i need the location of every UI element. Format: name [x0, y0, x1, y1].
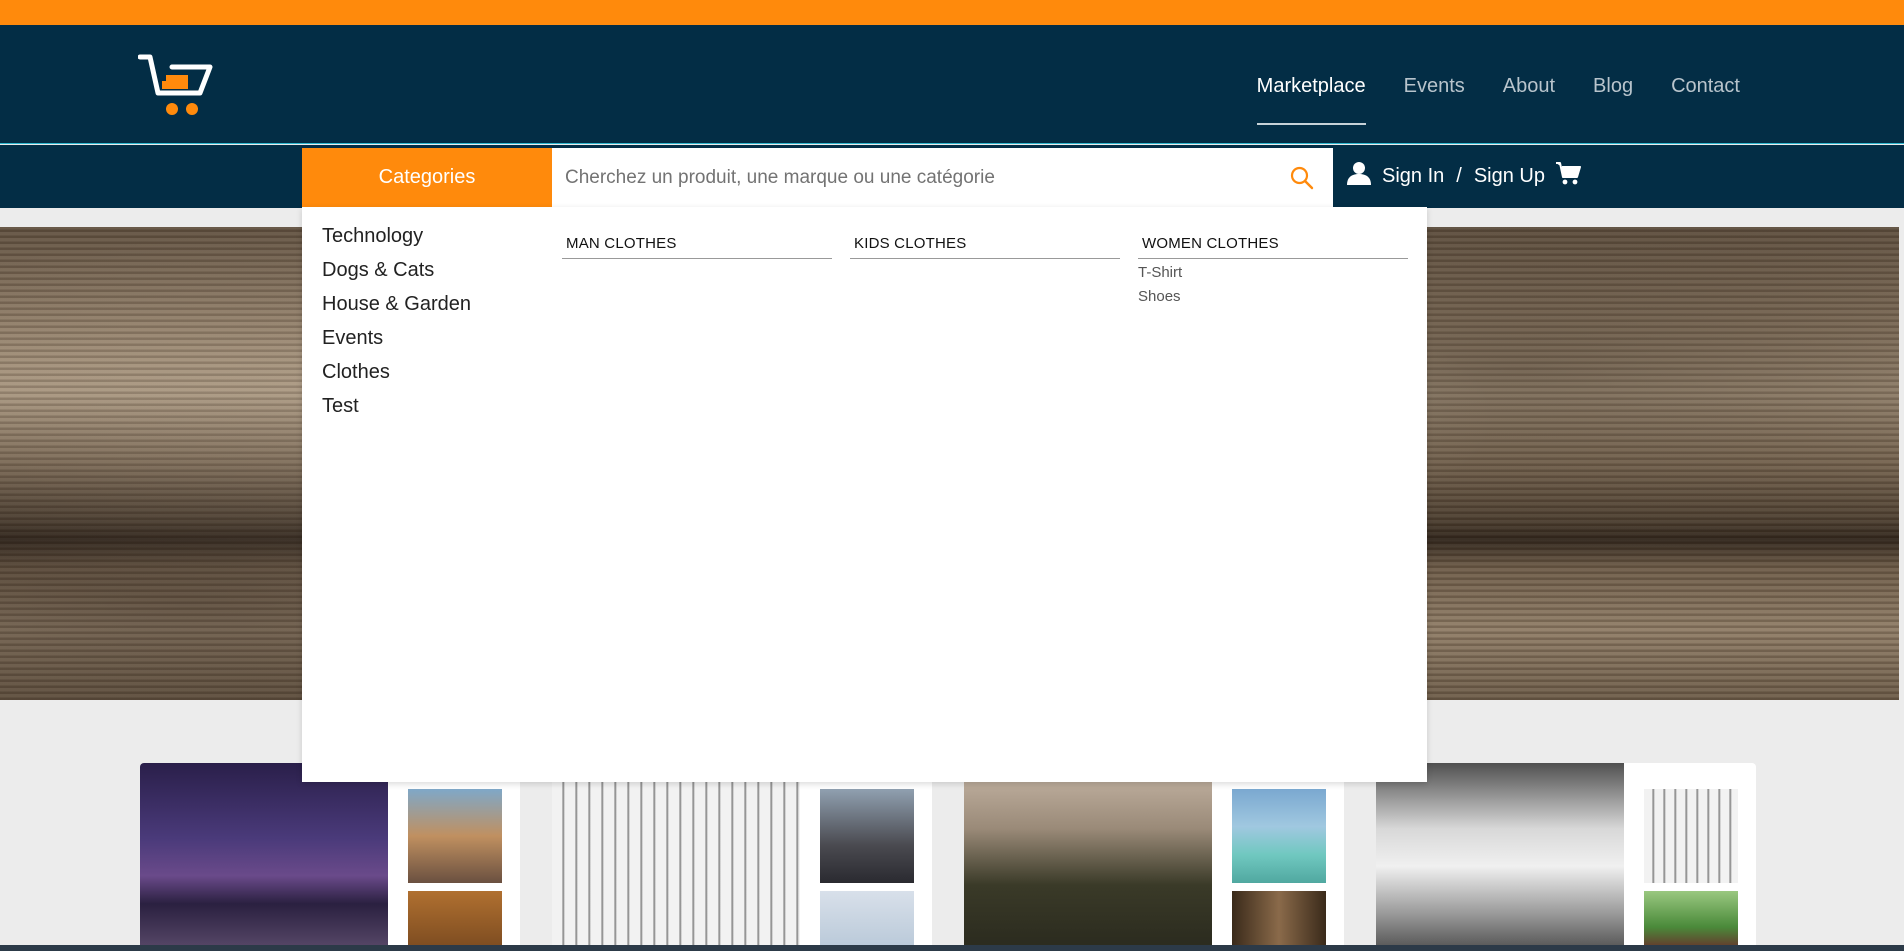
street-image [408, 891, 502, 951]
nav-events[interactable]: Events [1404, 75, 1465, 125]
product-tiles [140, 763, 1760, 951]
nav-about[interactable]: About [1503, 75, 1555, 125]
subcategory-title-kids[interactable]: KIDS CLOTHES [850, 235, 1120, 259]
subcategory-title-man[interactable]: MAN CLOTHES [562, 235, 832, 259]
search-icon[interactable] [1289, 165, 1315, 191]
nav-marketplace[interactable]: Marketplace [1256, 75, 1366, 125]
account-area: Sign In / Sign Up [1346, 160, 1581, 192]
shopping-cart-logo-icon[interactable] [137, 53, 218, 123]
category-list: Technology Dogs & Cats House & Garden Ev… [322, 225, 471, 429]
search-field [552, 148, 1333, 207]
subcategory-item-shoes[interactable]: Shoes [1138, 288, 1408, 312]
search-input[interactable] [565, 166, 1265, 189]
category-clothes[interactable]: Clothes [322, 361, 471, 395]
category-dogs-cats[interactable]: Dogs & Cats [322, 259, 471, 293]
alley-image [1232, 891, 1326, 951]
main-nav: Marketplace Events About Blog Contact [1256, 75, 1740, 125]
tile-group[interactable] [1376, 763, 1756, 951]
typewriter-small-image [1644, 789, 1738, 883]
tile-group[interactable] [964, 763, 1344, 951]
nav-contact[interactable]: Contact [1671, 75, 1740, 125]
building-image [408, 789, 502, 883]
tile-group[interactable] [140, 763, 520, 951]
categories-button[interactable]: Categories [302, 148, 552, 207]
sign-up-link[interactable]: Sign Up [1474, 165, 1545, 188]
top-accent-strip [0, 0, 1904, 25]
lagoon-image [1232, 789, 1326, 883]
categories-dropdown: Technology Dogs & Cats House & Garden Ev… [302, 207, 1427, 782]
subcategory-item-tshirt[interactable]: T-Shirt [1138, 264, 1408, 288]
bottom-edge-bar [0, 945, 1904, 951]
category-technology[interactable]: Technology [322, 225, 471, 259]
forest-fog-image [964, 763, 1212, 951]
subcategory-list-women: T-Shirt Shoes [1138, 264, 1408, 312]
tile-group[interactable] [552, 763, 932, 951]
subcategory-column-man: MAN CLOTHES [562, 235, 832, 259]
category-house-garden[interactable]: House & Garden [322, 293, 471, 327]
subcategory-column-women: WOMEN CLOTHES T-Shirt Shoes [1138, 235, 1408, 312]
user-icon [1346, 160, 1372, 192]
category-test[interactable]: Test [322, 395, 471, 429]
bridge-image [140, 763, 388, 951]
subcategory-column-kids: KIDS CLOTHES [850, 235, 1120, 259]
category-events[interactable]: Events [322, 327, 471, 361]
subcategory-title-women[interactable]: WOMEN CLOTHES [1138, 235, 1408, 259]
sign-in-link[interactable]: Sign In [1382, 165, 1444, 188]
cart-icon[interactable] [1555, 160, 1581, 192]
city-traffic-image [820, 789, 914, 883]
clouds-image [1376, 763, 1624, 951]
vegetables-image [1644, 891, 1738, 951]
site-header: Marketplace Events About Blog Contact [0, 25, 1904, 144]
sky-image [820, 891, 914, 951]
typewriter-image [552, 763, 800, 951]
nav-blog[interactable]: Blog [1593, 75, 1633, 125]
account-separator: / [1456, 164, 1462, 187]
